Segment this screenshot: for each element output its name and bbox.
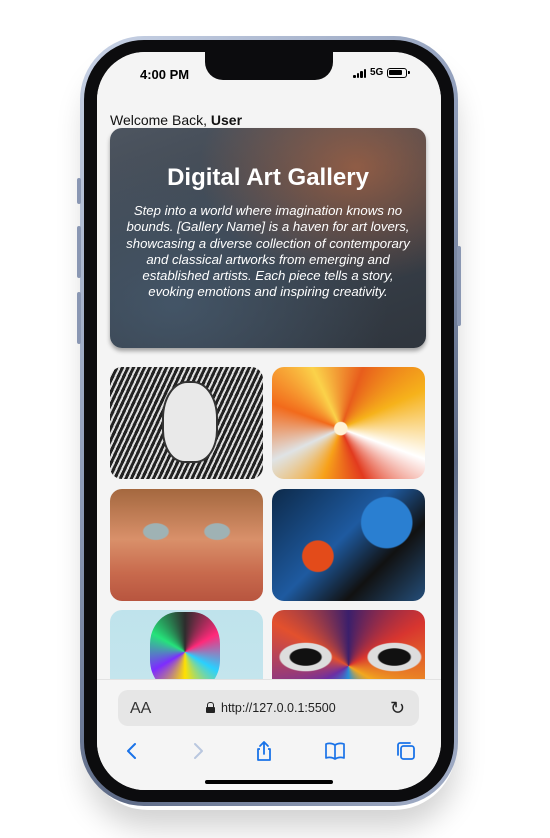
home-indicator xyxy=(205,780,333,784)
welcome-username: User xyxy=(210,112,243,128)
text-size-button[interactable]: AA xyxy=(130,700,151,718)
hero-title: Digital Art Gallery xyxy=(167,164,369,191)
gallery-item-blue-abstract-paint[interactable] xyxy=(272,489,425,601)
portrait-face-shape xyxy=(162,381,218,463)
phone-power-button xyxy=(457,246,461,326)
status-bar: 4:00 PM 5G xyxy=(97,52,441,100)
phone-volume-down-button xyxy=(77,292,81,344)
gallery-item-line-art-portrait[interactable] xyxy=(110,367,263,479)
share-icon[interactable] xyxy=(253,740,275,768)
lock-icon xyxy=(206,702,215,713)
welcome-prefix: Welcome Back, xyxy=(110,112,207,128)
address-bar[interactable]: AA http://127.0.0.1:5500 ↻ xyxy=(118,690,419,726)
tabs-icon[interactable] xyxy=(395,740,417,768)
forward-icon[interactable] xyxy=(187,740,209,768)
phone-volume-up-button xyxy=(77,226,81,278)
hero-description: Step into a world where imagination know… xyxy=(126,203,410,300)
back-icon[interactable] xyxy=(121,740,143,768)
phone-action-button xyxy=(77,178,81,204)
gallery-item-street-mural-face[interactable] xyxy=(110,489,263,601)
status-time: 4:00 PM xyxy=(140,67,190,82)
hero-card: Digital Art Gallery Step into a world wh… xyxy=(110,128,426,348)
network-label: 5G xyxy=(370,67,384,78)
reload-icon[interactable]: ↻ xyxy=(390,698,405,719)
gallery-item-orange-fluid-burst[interactable] xyxy=(272,367,425,479)
url-text[interactable]: http://127.0.0.1:5500 xyxy=(221,701,336,715)
welcome-message: Welcome Back, User xyxy=(110,112,242,128)
signal-icon xyxy=(353,69,367,78)
browser-toolbar: AA http://127.0.0.1:5500 ↻ xyxy=(97,679,441,790)
notch xyxy=(205,52,333,80)
bookmarks-icon[interactable] xyxy=(324,740,346,768)
battery-icon xyxy=(387,68,410,78)
phone-screen: 4:00 PM 5G Welcome Back, User Digital Ar… xyxy=(97,52,441,790)
